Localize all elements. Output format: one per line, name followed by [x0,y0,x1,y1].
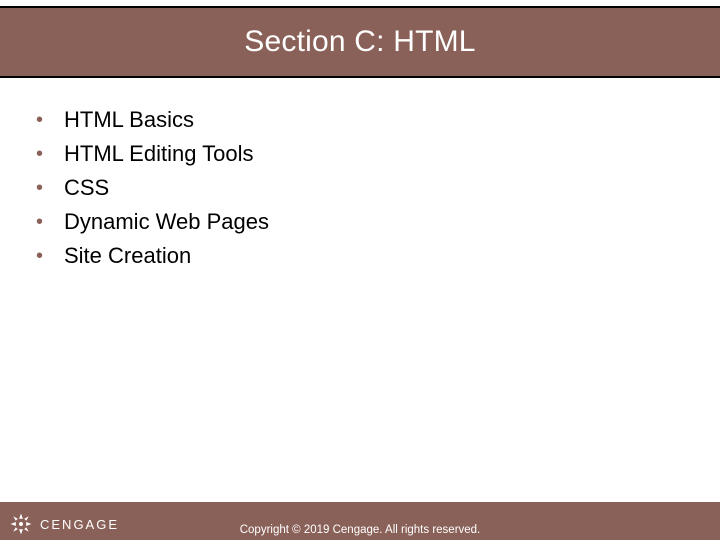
bullet-text: HTML Basics [64,106,194,134]
list-item: • HTML Basics [36,106,684,134]
bullet-icon: • [36,174,46,202]
bullet-text: Site Creation [64,242,191,270]
list-item: • HTML Editing Tools [36,140,684,168]
bullet-list: • HTML Basics • HTML Editing Tools • CSS… [36,106,684,270]
bullet-icon: • [36,242,46,270]
content-area: • HTML Basics • HTML Editing Tools • CSS… [0,78,720,270]
footer-bar: CENGAGE Copyright © 2019 Cengage. All ri… [0,502,720,540]
bullet-text: CSS [64,174,109,202]
bullet-icon: • [36,106,46,134]
copyright-text: Copyright © 2019 Cengage. All rights res… [0,524,720,536]
bullet-icon: • [36,140,46,168]
list-item: • CSS [36,174,684,202]
slide-title: Section C: HTML [244,25,475,59]
slide: Section C: HTML • HTML Basics • HTML Edi… [0,6,720,540]
list-item: • Dynamic Web Pages [36,208,684,236]
bullet-text: Dynamic Web Pages [64,208,269,236]
title-band: Section C: HTML [0,6,720,78]
bullet-icon: • [36,208,46,236]
list-item: • Site Creation [36,242,684,270]
bullet-text: HTML Editing Tools [64,140,254,168]
